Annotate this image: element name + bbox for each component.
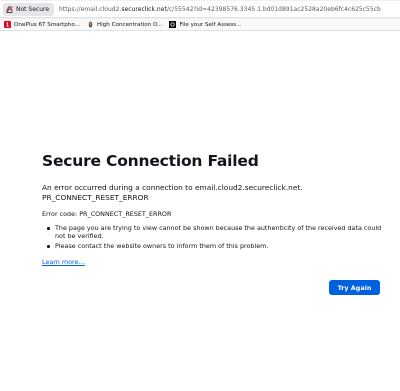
bookmark-label: File your Self Assess... [179, 21, 242, 28]
url-prefix: https://email.cloud2. [59, 5, 122, 13]
bookmark-oneplus[interactable]: 1 OnePlus 6T Smartpho... [4, 21, 80, 28]
bookmarks-toolbar: 1 OnePlus 6T Smartpho... High Concentrat… [0, 19, 400, 31]
url-bar[interactable]: Not Secure https://email.cloud2.securecl… [0, 1, 400, 18]
security-label: Not Secure [16, 5, 50, 13]
govuk-icon [169, 21, 177, 28]
list-item: The page you are trying to view cannot b… [42, 224, 382, 240]
url-host: secureclick.net [121, 5, 167, 13]
list-item: Please contact the website owners to inf… [42, 242, 382, 250]
learn-more-link[interactable]: Learn more… [42, 258, 85, 266]
error-details-list: The page you are trying to view cannot b… [42, 224, 382, 253]
insecure-lock-icon [6, 5, 13, 13]
error-code: Error code: PR_CONNECT_RESET_ERROR [42, 210, 172, 218]
bookmark-label: High Concentration O... [96, 21, 163, 28]
try-again-button[interactable]: Try Again [329, 280, 380, 295]
leaf-icon [87, 21, 94, 28]
error-description: An error occurred during a connection to… [42, 183, 303, 202]
oneplus-icon: 1 [4, 21, 11, 28]
svg-text:1: 1 [6, 22, 10, 28]
page-title: Secure Connection Failed [42, 152, 259, 170]
url-text[interactable]: https://email.cloud2.secureclick.net/c/5… [59, 6, 381, 13]
bookmark-label: OnePlus 6T Smartpho... [14, 21, 80, 28]
bookmark-self-assessment[interactable]: File your Self Assess... [169, 21, 242, 28]
bookmark-high-concentration[interactable]: High Concentration O... [87, 21, 163, 28]
site-security-indicator[interactable]: Not Secure [3, 2, 55, 16]
url-path: /c/55542?id=42398576.3345.1.bd01d891ac25… [166, 5, 381, 13]
